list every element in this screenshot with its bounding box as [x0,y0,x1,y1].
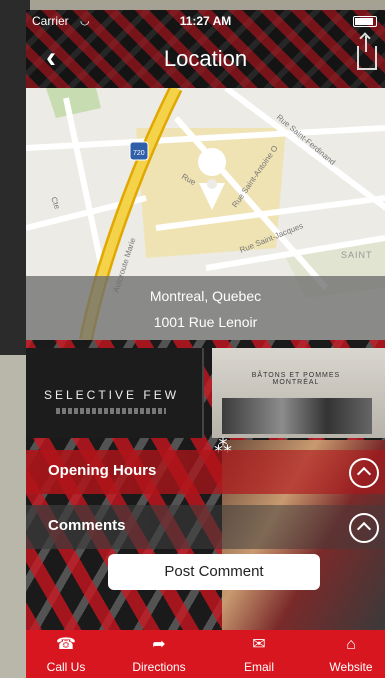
status-bar: Carrier ◡ 11:27 AM [26,12,385,30]
phone-icon: ☎ [56,636,76,653]
tab-label: Email [243,660,274,674]
map-view[interactable]: 720 Rue Saint-Ferdinand Rue Saint-Antoin… [26,88,385,340]
tab-call-us[interactable]: ☎ Call Us [26,630,106,678]
chevron-up-icon[interactable] [349,513,379,543]
tab-website[interactable]: ⌂ Website [311,630,385,678]
map-address-overlay: Montreal, Quebec 1001 Rue Lenoir [26,276,385,340]
store-photo-banner[interactable]: BÂTONS ET POMMES MONTRÉAL [212,348,385,438]
post-comment-button[interactable]: Post Comment [108,554,320,590]
phone-screen: Carrier ◡ 11:27 AM ‹ Location 720 Rue Sa… [26,10,385,678]
tab-email[interactable]: ✉ Email [219,630,299,678]
tab-label: Website [329,660,373,674]
district-label: SAINT [341,250,373,260]
banner-title: SELECTIVE FEW [44,388,180,402]
tab-directions[interactable]: ➦ Directions [119,630,199,678]
comments-row[interactable]: Comments [26,505,385,549]
opening-hours-label: Opening Hours [48,462,157,479]
chevron-up-icon[interactable] [349,458,379,488]
page-title: Location [163,46,248,71]
comments-label: Comments [48,517,126,534]
home-icon: ⌂ [346,636,356,653]
city-label: Montreal, Quebec [149,288,262,304]
nav-bar: ‹ Location [26,36,385,80]
header: Carrier ◡ 11:27 AM ‹ Location [26,10,385,88]
status-time: 11:27 AM [179,14,232,28]
address-label: 1001 Rue Lenoir [153,314,258,330]
battery-icon [353,16,377,27]
opening-hours-row[interactable]: Opening Hours [26,450,385,494]
selective-few-banner[interactable]: SELECTIVE FEW [26,348,204,438]
tab-bar: ☎ Call Us ➦ Directions ✉ Email ⌂ Website [26,630,385,678]
email-icon: ✉ [252,636,266,653]
tab-label: Directions [132,660,186,674]
highway-shield-label: 720 [133,150,145,157]
content-area: SELECTIVE FEW BÂTONS ET POMMES MONTRÉAL … [26,340,385,630]
store-sign: BÂTONS ET POMMES MONTRÉAL [251,372,341,386]
store-interior [222,398,372,434]
share-icon[interactable] [357,36,377,70]
directions-icon: ➦ [152,636,166,653]
tab-label: Call Us [46,660,86,674]
banner-subtitle [56,408,166,414]
